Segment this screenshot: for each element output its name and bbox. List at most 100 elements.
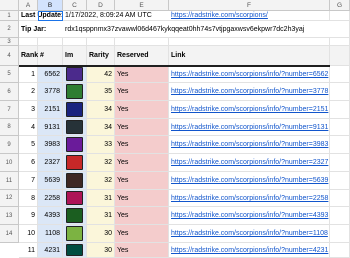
header-number: #: [38, 46, 63, 66]
reserved-cell: Yes: [115, 154, 169, 172]
empty-cell: [330, 101, 350, 119]
row-header-8[interactable]: 8: [0, 119, 19, 136]
empty-cell: [330, 225, 350, 243]
reserved-cell: Yes: [115, 243, 169, 258]
image-cell: [63, 243, 87, 258]
row-header-3[interactable]: 3: [0, 38, 19, 46]
last-update-label: Last Update:: [19, 12, 64, 21]
rank-cell: 9: [19, 207, 38, 225]
scorpion-thumbnail-icon: [66, 191, 83, 205]
number-cell: 9131: [38, 119, 63, 136]
header-reserved: Reserved: [115, 46, 169, 66]
empty-cell: [330, 243, 350, 258]
row-header-12[interactable]: 12: [0, 190, 19, 207]
number-cell: 3778: [38, 83, 63, 101]
image-cell: [63, 66, 87, 83]
empty-cell: [63, 38, 87, 46]
empty-cell: [330, 136, 350, 154]
number-cell: 6562: [38, 66, 63, 83]
row-header-4[interactable]: 4: [0, 46, 19, 66]
number-cell: 2327: [38, 154, 63, 172]
row-header-2[interactable]: 2: [0, 21, 19, 38]
empty-cell: [330, 11, 350, 21]
reserved-cell: Yes: [115, 190, 169, 207]
row-header-10[interactable]: 10: [0, 154, 19, 172]
row-header-9[interactable]: 9: [0, 136, 19, 154]
scorpion-thumbnail-icon: [66, 137, 83, 152]
number-cell: 5639: [38, 172, 63, 190]
link-cell[interactable]: https://radstrike.com/scorpions/info/?nu…: [169, 207, 330, 225]
number-cell: 4393: [38, 207, 63, 225]
column-header-g[interactable]: G: [330, 0, 350, 11]
number-cell: 3983: [38, 136, 63, 154]
empty-cell: [19, 38, 38, 46]
last-update-link[interactable]: https://radstrike.com/scorpions/: [169, 11, 330, 21]
link-cell[interactable]: https://radstrike.com/scorpions/info/?nu…: [169, 172, 330, 190]
row-header-1[interactable]: 1: [0, 11, 19, 21]
link-cell[interactable]: https://radstrike.com/scorpions/info/?nu…: [169, 136, 330, 154]
row-header-11[interactable]: 11: [0, 172, 19, 190]
empty-cell: [330, 172, 350, 190]
link-cell[interactable]: https://radstrike.com/scorpions/info/?nu…: [169, 119, 330, 136]
column-header-a[interactable]: A: [19, 0, 38, 11]
rarity-cell: 34: [87, 101, 115, 119]
rarity-cell: 32: [87, 172, 115, 190]
reserved-cell: Yes: [115, 207, 169, 225]
scorpion-thumbnail-icon: [66, 226, 83, 241]
rarity-cell: 31: [87, 207, 115, 225]
reserved-cell: Yes: [115, 119, 169, 136]
column-header-f[interactable]: F: [169, 0, 330, 11]
rank-cell: 3: [19, 101, 38, 119]
rank-cell: 2: [19, 83, 38, 101]
empty-cell: [330, 83, 350, 101]
row-header-14[interactable]: 14: [0, 225, 19, 243]
link-cell[interactable]: https://radstrike.com/scorpions/info/?nu…: [169, 154, 330, 172]
scorpion-thumbnail-icon: [66, 120, 83, 134]
column-header-e[interactable]: E: [115, 0, 169, 11]
empty-cell: [330, 38, 350, 46]
link-cell[interactable]: https://radstrike.com/scorpions/info/?nu…: [169, 243, 330, 258]
scorpion-thumbnail-icon: [66, 84, 83, 99]
link-cell[interactable]: https://radstrike.com/scorpions/info/?nu…: [169, 83, 330, 101]
scorpion-thumbnail-icon: [66, 67, 83, 81]
scorpion-thumbnail-icon: [66, 102, 83, 117]
link-cell[interactable]: https://radstrike.com/scorpions/info/?nu…: [169, 225, 330, 243]
reserved-cell: Yes: [115, 101, 169, 119]
row-header-5[interactable]: 5: [0, 66, 19, 83]
empty-cell: [330, 154, 350, 172]
empty-cell: [330, 119, 350, 136]
empty-cell: [87, 38, 115, 46]
image-cell: [63, 83, 87, 101]
number-cell: 1108: [38, 225, 63, 243]
image-cell: [63, 136, 87, 154]
scorpion-thumbnail-icon: [66, 173, 83, 188]
reserved-cell: Yes: [115, 172, 169, 190]
number-cell: 2151: [38, 101, 63, 119]
column-header-b[interactable]: B: [38, 0, 63, 11]
row-header-13[interactable]: 13: [0, 207, 19, 225]
row-header-6[interactable]: 6: [0, 83, 19, 101]
column-header-c[interactable]: C: [63, 0, 87, 11]
empty-cell: [38, 38, 63, 46]
rarity-cell: 33: [87, 136, 115, 154]
rank-cell: 1: [19, 66, 38, 83]
column-header-d[interactable]: D: [87, 0, 115, 11]
link-cell[interactable]: https://radstrike.com/scorpions/info/?nu…: [169, 101, 330, 119]
empty-cell: [115, 38, 169, 46]
rarity-cell: 32: [87, 154, 115, 172]
link-cell[interactable]: https://radstrike.com/scorpions/info/?nu…: [169, 66, 330, 83]
select-all-corner[interactable]: [0, 0, 19, 11]
image-cell: [63, 207, 87, 225]
rank-cell: 4: [19, 119, 38, 136]
header-rank: Rank: [19, 46, 38, 66]
last-update-value: 1/17/2022, 8:09:24 AM UTC: [63, 11, 169, 21]
image-cell: [63, 172, 87, 190]
image-cell: [63, 119, 87, 136]
rank-cell: 6: [19, 154, 38, 172]
number-cell: 4231: [38, 243, 63, 258]
link-cell[interactable]: https://radstrike.com/scorpions/info/?nu…: [169, 190, 330, 207]
row-header-7[interactable]: 7: [0, 101, 19, 119]
empty-cell: [330, 190, 350, 207]
empty-cell: [330, 46, 350, 66]
image-cell: [63, 101, 87, 119]
